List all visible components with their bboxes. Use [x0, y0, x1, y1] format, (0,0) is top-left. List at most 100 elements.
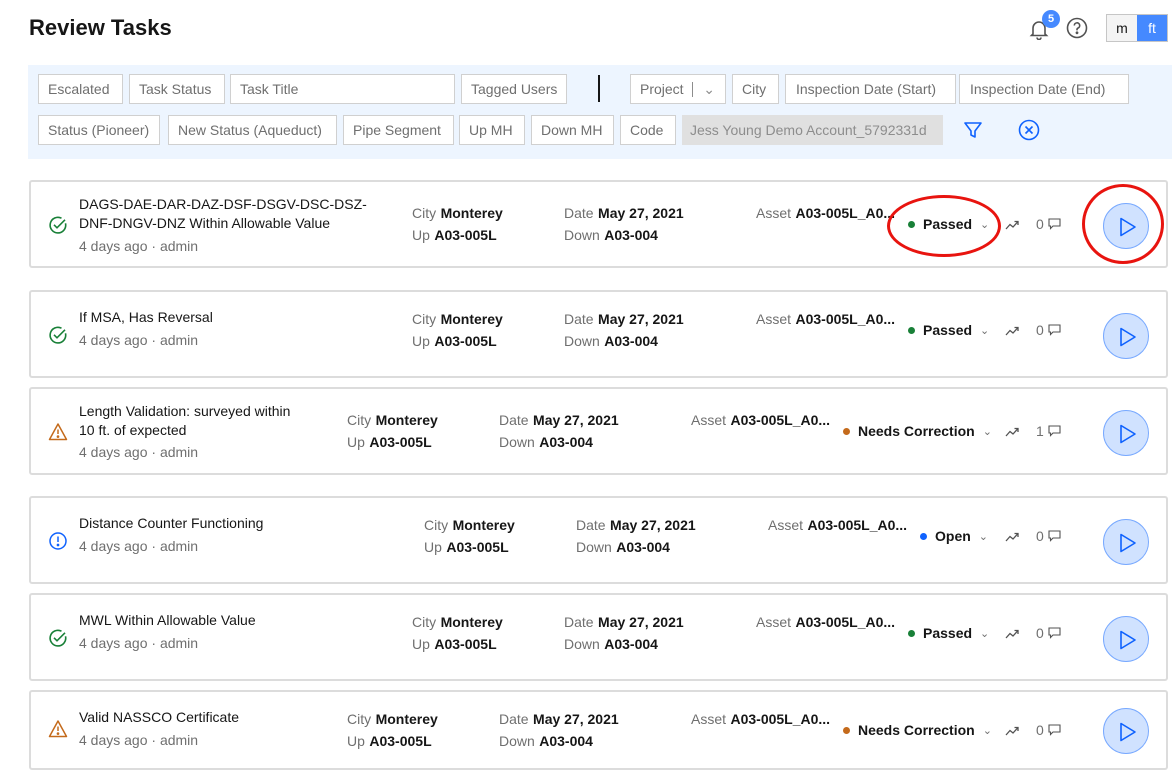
project-filter-label: Project	[640, 81, 684, 97]
task-title-filter[interactable]: Task Title	[230, 74, 455, 104]
asset-label: Asset	[691, 711, 727, 727]
task-card[interactable]: If MSA, Has Reversal 4 days ago · admin …	[29, 290, 1168, 378]
status-dropdown[interactable]: Open ⌄	[920, 528, 988, 544]
city-label: City	[347, 412, 372, 428]
task-meta: 4 days ago · admin	[79, 538, 199, 554]
status-dropdown[interactable]: Needs Correction ⌄	[843, 423, 992, 439]
date-field: Date May 27, 2021	[576, 517, 696, 535]
trend-icon[interactable]	[1005, 532, 1019, 542]
status-dot	[908, 220, 915, 228]
start-review-button[interactable]	[1103, 410, 1149, 456]
escalated-filter[interactable]: Escalated	[38, 74, 123, 104]
down-label: Down	[564, 227, 600, 243]
comment-icon	[1048, 724, 1061, 736]
unit-meters-button[interactable]: m	[1107, 15, 1137, 41]
comments-count[interactable]: 0	[1036, 722, 1061, 738]
task-card[interactable]: Length Validation: surveyed within 10 ft…	[29, 387, 1168, 475]
date-label: Date	[576, 517, 606, 533]
task-title: Distance Counter Functioning	[79, 515, 264, 531]
date-field: Date May 27, 2021	[499, 412, 619, 430]
city-value: Monterey	[375, 711, 438, 727]
task-card[interactable]: MWL Within Allowable Value 4 days ago · …	[29, 593, 1168, 681]
trend-icon[interactable]	[1005, 726, 1019, 736]
date-label: Date	[564, 311, 594, 327]
status-label: Passed	[923, 625, 973, 641]
pipe-segment-filter[interactable]: Pipe Segment	[343, 115, 454, 145]
play-icon	[1120, 630, 1136, 650]
trend-icon[interactable]	[1005, 427, 1019, 437]
comment-count: 1	[1036, 423, 1044, 439]
task-meta: 4 days ago · admin	[79, 732, 199, 748]
city-label: City	[424, 517, 449, 533]
comment-count: 0	[1036, 528, 1044, 544]
up-field: Up A03-005L	[412, 333, 497, 351]
unit-feet-button[interactable]: ft	[1137, 15, 1167, 41]
date-value: May 27, 2021	[598, 311, 684, 327]
start-review-button[interactable]	[1103, 708, 1149, 754]
comments-count[interactable]: 1	[1036, 423, 1061, 439]
task-card[interactable]: Valid NASSCO Certificate 4 days ago · ad…	[29, 690, 1168, 770]
down-mh-filter[interactable]: Down MH	[531, 115, 614, 145]
trend-icon[interactable]	[1005, 629, 1019, 639]
up-label: Up	[347, 434, 365, 450]
task-card[interactable]: DAGS-DAE-DAR-DAZ-DSF-DSGV-DSC-DSZ-DNF-DN…	[29, 180, 1168, 268]
start-review-button[interactable]	[1103, 616, 1149, 662]
chevron-down-icon: ⌄	[980, 627, 990, 640]
up-mh-filter[interactable]: Up MH	[459, 115, 525, 145]
up-value: A03-005L	[369, 733, 432, 749]
check-circle-icon	[49, 629, 67, 647]
trend-icon[interactable]	[1005, 220, 1019, 230]
date-value: May 27, 2021	[610, 517, 696, 533]
city-value: Monterey	[440, 205, 503, 221]
comments-count[interactable]: 0	[1036, 528, 1061, 544]
filter-icon[interactable]	[963, 120, 983, 140]
status-dropdown[interactable]: Passed ⌄	[908, 216, 989, 232]
status-pioneer-filter[interactable]: Status (Pioneer)	[38, 115, 160, 145]
warning-triangle-icon	[48, 720, 68, 738]
comments-count[interactable]: 0	[1036, 625, 1061, 641]
status-dropdown[interactable]: Needs Correction ⌄	[843, 722, 992, 738]
date-field: Date May 27, 2021	[564, 311, 684, 329]
status-dot	[843, 427, 850, 435]
asset-value: A03-005L_A0...	[730, 711, 831, 727]
up-field: Up A03-005L	[412, 227, 497, 245]
help-icon[interactable]	[1066, 17, 1088, 39]
trend-icon[interactable]	[1005, 326, 1019, 336]
task-card[interactable]: Distance Counter Functioning 4 days ago …	[29, 496, 1168, 584]
status-dropdown[interactable]: Passed ⌄	[908, 625, 989, 641]
status-dot	[908, 326, 915, 334]
project-filter[interactable]: Project ⌄	[630, 74, 726, 104]
task-status-filter[interactable]: Task Status	[129, 74, 225, 104]
asset-label: Asset	[691, 412, 727, 428]
notifications-button[interactable]: 5	[1028, 10, 1060, 40]
down-field: Down A03-004	[564, 227, 658, 245]
down-field: Down A03-004	[499, 733, 593, 751]
down-field: Down A03-004	[564, 333, 658, 351]
task-title: Valid NASSCO Certificate	[79, 709, 240, 725]
task-title: DAGS-DAE-DAR-DAZ-DSF-DSGV-DSC-DSZ-DNF-DN…	[79, 196, 367, 231]
inspection-date-start-filter[interactable]: Inspection Date (Start)	[785, 74, 956, 104]
task-meta: 4 days ago · admin	[79, 635, 199, 651]
city-filter[interactable]: City	[732, 74, 779, 104]
comments-count[interactable]: 0	[1036, 322, 1061, 338]
start-review-button[interactable]	[1103, 519, 1149, 565]
comments-count[interactable]: 0	[1036, 216, 1061, 232]
start-review-button[interactable]	[1103, 313, 1149, 359]
code-filter[interactable]: Code	[620, 115, 676, 145]
city-field: City Monterey	[412, 614, 503, 632]
new-status-aqueduct-filter[interactable]: New Status (Aqueduct)	[168, 115, 337, 145]
up-value: A03-005L	[369, 434, 432, 450]
info-circle-icon	[49, 532, 67, 550]
comment-icon	[1048, 425, 1061, 437]
notification-count-badge: 5	[1042, 10, 1060, 28]
inspection-date-end-filter[interactable]: Inspection Date (End)	[959, 74, 1129, 104]
tagged-users-filter[interactable]: Tagged Users	[461, 74, 567, 104]
task-title: Length Validation: surveyed within 10 ft…	[79, 403, 291, 438]
clear-filters-icon[interactable]	[1018, 119, 1040, 141]
check-circle-icon	[49, 326, 67, 344]
start-review-button[interactable]	[1103, 203, 1149, 249]
status-dropdown[interactable]: Passed ⌄	[908, 322, 989, 338]
chevron-down-icon: ⌄	[980, 324, 990, 337]
asset-label: Asset	[756, 614, 792, 630]
chevron-down-icon: ⌄	[980, 218, 990, 231]
